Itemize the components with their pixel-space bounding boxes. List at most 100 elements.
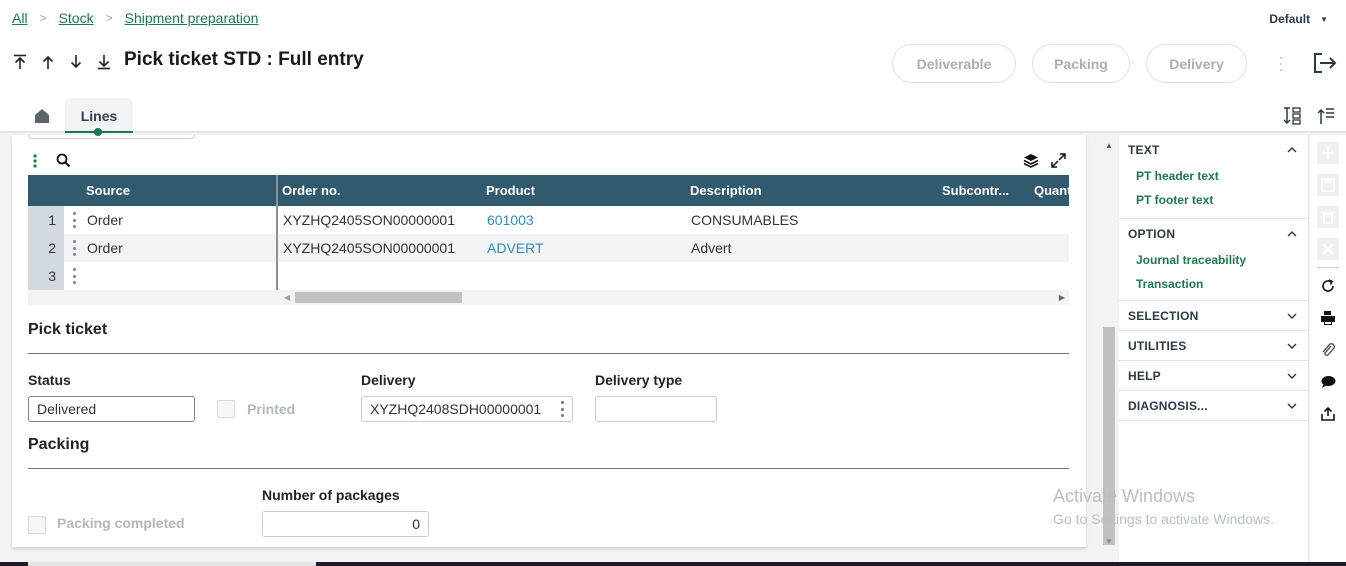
tab-lines-label: Lines [80, 107, 118, 124]
next-record-icon[interactable] [68, 52, 84, 72]
side-section-option: OPTION Journal traceability Transaction [1119, 219, 1308, 301]
horizontal-scrollbar[interactable]: ◀ ▶ [28, 290, 1069, 305]
status-field[interactable]: Delivered [28, 396, 195, 422]
breadcrumb: All > Stock > Shipment preparation [12, 10, 258, 26]
row-number: 1 [28, 206, 64, 234]
refresh-icon[interactable] [1317, 275, 1339, 297]
column-header-product[interactable]: Product [486, 183, 535, 198]
cell-order-no[interactable]: XYZHQ2405SON00000001 [283, 212, 455, 228]
row-menu-icon[interactable] [72, 240, 76, 256]
vertical-scrollbar[interactable]: ▲ ▼ [1102, 135, 1116, 548]
collapse-sections-icon[interactable] [1316, 106, 1336, 126]
scroll-left-icon[interactable]: ◀ [284, 293, 290, 302]
deliverable-button[interactable]: Deliverable [892, 44, 1016, 83]
printed-checkbox[interactable] [217, 400, 235, 418]
column-header-source[interactable]: Source [86, 183, 130, 198]
trash-icon[interactable] [1317, 206, 1339, 228]
side-section-header[interactable]: DIAGNOSIS... [1119, 391, 1308, 420]
share-icon[interactable] [1317, 403, 1339, 425]
packing-button[interactable]: Packing [1032, 44, 1130, 83]
chevron-down-icon [1287, 343, 1297, 349]
side-section-title: DIAGNOSIS... [1128, 398, 1208, 413]
side-section-header[interactable]: HELP [1119, 361, 1308, 390]
row-number: 2 [28, 234, 64, 262]
exit-icon[interactable] [1313, 52, 1337, 74]
layers-icon[interactable] [1023, 153, 1039, 173]
table-row[interactable]: 1 Order XYZHQ2405SON00000001 601003 CONS… [28, 206, 1069, 234]
table-row[interactable]: 2 Order XYZHQ2405SON00000001 ADVERT Adve… [28, 234, 1069, 262]
number-of-packages-field[interactable]: 0 [262, 511, 429, 537]
row-menu-icon[interactable] [72, 268, 76, 284]
delivery-field[interactable]: XYZHQ2408SDH00000001 [361, 396, 573, 422]
cell-source[interactable]: Order [87, 212, 123, 228]
column-header-order-no[interactable]: Order no. [282, 183, 341, 198]
scroll-right-icon[interactable]: ▶ [1059, 293, 1065, 302]
side-item-pt-footer-text[interactable]: PT footer text [1119, 188, 1308, 212]
cell-source[interactable]: Order [87, 240, 123, 256]
delivery-type-label: Delivery type [595, 372, 683, 388]
column-header-subcontract[interactable]: Subcontr... [942, 183, 1009, 198]
printed-label: Printed [247, 401, 296, 417]
cell-description[interactable]: Advert [691, 240, 731, 256]
plus-icon[interactable] [1317, 142, 1339, 164]
side-item-pt-header-text[interactable]: PT header text [1119, 164, 1308, 188]
column-header-quantity[interactable]: Quant [1034, 183, 1072, 198]
previous-record-icon[interactable] [40, 52, 56, 72]
first-record-icon[interactable] [12, 52, 28, 72]
side-item-transaction[interactable]: Transaction [1119, 272, 1308, 296]
side-section-utilities: UTILITIES [1119, 331, 1308, 361]
scrollbar-thumb[interactable] [1103, 327, 1115, 545]
side-section-header[interactable]: UTILITIES [1119, 331, 1308, 360]
more-actions-icon[interactable]: · · · [1277, 48, 1285, 78]
frozen-column-divider [276, 175, 278, 290]
packing-completed-checkbox[interactable] [28, 516, 46, 534]
side-section-selection: SELECTION [1119, 301, 1308, 331]
tab-lines[interactable]: Lines [65, 98, 133, 136]
tab-bar: Lines [28, 98, 133, 136]
column-header-description[interactable]: Description [690, 183, 762, 198]
delivery-button[interactable]: Delivery [1146, 44, 1247, 83]
side-item-journal-traceability[interactable]: Journal traceability [1119, 248, 1308, 272]
breadcrumb-shipment-preparation[interactable]: Shipment preparation [125, 10, 259, 26]
print-icon[interactable] [1317, 307, 1339, 329]
table-row[interactable]: 3 [28, 262, 1069, 290]
scroll-up-icon[interactable]: ▲ [1105, 141, 1113, 150]
side-section-title: OPTION [1128, 226, 1176, 241]
section-divider [28, 468, 1069, 469]
save-icon[interactable] [1317, 174, 1339, 196]
side-section-header[interactable]: TEXT [1119, 135, 1308, 164]
expand-sections-icon[interactable] [1282, 106, 1302, 126]
action-buttons: Deliverable Packing Delivery [892, 44, 1247, 83]
search-icon[interactable] [56, 153, 71, 173]
cell-product-link[interactable]: 601003 [487, 212, 534, 228]
row-menu-icon[interactable] [72, 212, 76, 228]
close-icon[interactable] [1317, 238, 1339, 260]
side-section-header[interactable]: OPTION [1119, 219, 1308, 248]
delivery-lookup-icon[interactable] [560, 401, 564, 417]
home-icon [35, 108, 49, 123]
breadcrumb-stock[interactable]: Stock [59, 10, 94, 26]
caret-down-icon: ▼ [1320, 14, 1328, 24]
taskbar-item[interactable] [28, 562, 316, 566]
breadcrumb-all[interactable]: All [12, 10, 28, 26]
profile-selector[interactable]: Default ▼ [1269, 12, 1328, 26]
comment-icon[interactable] [1317, 371, 1339, 393]
packing-section-title: Packing [28, 436, 90, 453]
side-section-header[interactable]: SELECTION [1119, 301, 1308, 330]
side-section-title: SELECTION [1128, 308, 1199, 323]
cell-description[interactable]: CONSUMABLES [691, 212, 798, 228]
scroll-down-icon[interactable]: ▼ [1105, 537, 1113, 546]
last-record-icon[interactable] [96, 52, 112, 72]
scrollbar-thumb[interactable] [295, 292, 462, 303]
delivery-type-field[interactable] [595, 396, 717, 422]
grid-toolbar [32, 153, 71, 173]
side-section-title: HELP [1128, 368, 1161, 383]
cell-product-link[interactable]: ADVERT [487, 240, 544, 256]
fullscreen-icon[interactable] [1051, 153, 1066, 173]
paperclip-icon[interactable] [1317, 339, 1339, 361]
grid-menu-icon[interactable] [32, 153, 38, 173]
tab-home[interactable] [28, 98, 56, 133]
page-title: Pick ticket STD : Full entry [124, 49, 364, 70]
active-tab-indicator [94, 128, 102, 136]
cell-order-no[interactable]: XYZHQ2405SON00000001 [283, 240, 455, 256]
